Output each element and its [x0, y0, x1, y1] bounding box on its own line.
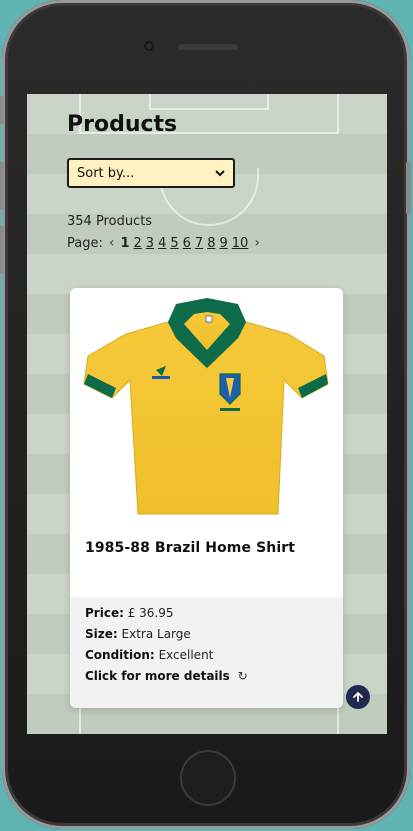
condition-value: Excellent — [158, 648, 214, 662]
page-link-3[interactable]: 3 — [146, 236, 154, 251]
page-link-2[interactable]: 2 — [134, 236, 142, 251]
page-link-1[interactable]: 1 — [120, 236, 129, 251]
earpiece-speaker — [178, 44, 238, 50]
price-label: Price: — [85, 606, 124, 620]
sort-select[interactable]: Sort by... — [67, 158, 235, 188]
chevron-down-icon — [215, 170, 225, 177]
pagination-label: Page: — [67, 235, 103, 251]
size-label: Size: — [85, 627, 118, 641]
details-row[interactable]: Click for more details ↻ — [85, 669, 248, 683]
product-image-brazil-shirt[interactable] — [70, 288, 343, 526]
product-count: 354 Products — [67, 214, 153, 229]
home-button[interactable] — [180, 750, 236, 806]
price-row: Price: £ 36.95 — [85, 606, 174, 620]
size-row: Size: Extra Large — [85, 627, 191, 641]
scroll-to-top-button[interactable] — [346, 685, 370, 709]
product-title[interactable]: 1985-88 Brazil Home Shirt — [85, 540, 295, 556]
mute-switch — [0, 96, 4, 124]
page-link-7[interactable]: 7 — [195, 236, 203, 251]
volume-up-button — [0, 162, 4, 210]
screen: Products Sort by... 354 Products Page: ‹… — [27, 94, 387, 734]
product-card[interactable]: 1985-88 Brazil Home Shirt Price: £ 36.95… — [70, 288, 343, 708]
product-info: Price: £ 36.95 Size: Extra Large Conditi… — [70, 597, 343, 708]
page-link-6[interactable]: 6 — [183, 236, 191, 251]
front-camera — [144, 41, 154, 51]
page-link-10[interactable]: 10 — [232, 236, 249, 251]
volume-down-button — [0, 226, 4, 274]
pagination: Page: ‹ 1 2 3 4 5 6 7 8 9 10 › — [67, 235, 262, 251]
condition-label: Condition: — [85, 648, 155, 662]
price-value: £ 36.95 — [127, 606, 174, 620]
condition-row: Condition: Excellent — [85, 648, 213, 662]
page-link-9[interactable]: 9 — [219, 236, 227, 251]
chevron-left-icon[interactable]: ‹ — [107, 235, 117, 251]
page-title: Products — [67, 112, 178, 137]
phone-frame: Products Sort by... 354 Products Page: ‹… — [0, 0, 411, 829]
page-link-4[interactable]: 4 — [158, 236, 166, 251]
sort-selected-value: Sort by... — [77, 165, 135, 181]
pitch-six-yard-box — [149, 94, 269, 110]
refresh-icon: ↻ — [237, 669, 248, 683]
size-value: Extra Large — [121, 627, 191, 641]
page-link-8[interactable]: 8 — [207, 236, 215, 251]
page-link-5[interactable]: 5 — [170, 236, 178, 251]
details-link[interactable]: Click for more details — [85, 669, 230, 683]
chevron-right-icon[interactable]: › — [252, 235, 262, 251]
arrow-up-icon — [353, 692, 363, 702]
power-button — [406, 162, 411, 214]
